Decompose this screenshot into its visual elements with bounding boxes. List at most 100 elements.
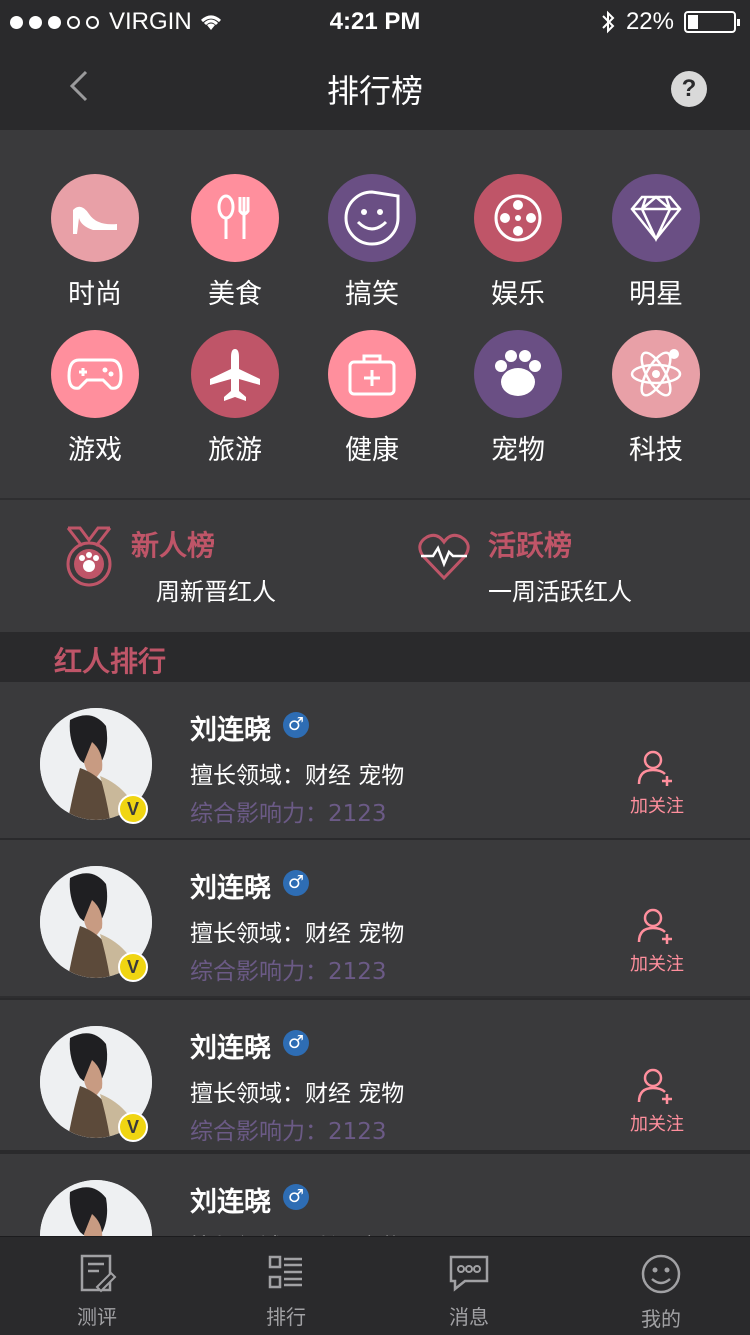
category-label: 娱乐 — [491, 279, 545, 310]
active-rank-title: 活跃榜 — [488, 529, 573, 562]
influencer-name: 刘连晓 — [190, 1033, 271, 1064]
category-circle — [191, 330, 279, 418]
category-tech[interactable]: 科技 — [586, 330, 726, 467]
profile-icon — [641, 1254, 681, 1294]
category-circle — [328, 174, 416, 262]
section-title: 红人排行 — [54, 645, 167, 678]
high-heel-icon — [73, 206, 117, 234]
status-right: 22% — [600, 8, 740, 36]
new-rank-card[interactable]: 新人榜 周新晋红人 — [0, 500, 375, 632]
expertise-field: 擅长领域：财经 宠物 — [190, 921, 405, 947]
tab-ranking[interactable]: 排行 — [236, 1253, 336, 1330]
verified-badge: V — [118, 1112, 148, 1142]
category-label: 健康 — [345, 435, 399, 466]
category-entertainment[interactable]: 娱乐 — [448, 174, 588, 311]
category-label: 宠物 — [491, 435, 545, 466]
tab-label: 我的 — [641, 1307, 681, 1331]
influencer-row[interactable]: V 刘连晓 ♂ 擅长领域：财经 宠物 综合影响力：2123 加关注 — [0, 840, 750, 996]
category-fashion[interactable]: 时尚 — [25, 174, 165, 311]
category-circle — [612, 174, 700, 262]
airplane-icon — [210, 349, 260, 401]
follow-button[interactable]: 加关注 — [622, 1066, 692, 1136]
section-header: 红人排行 — [0, 632, 750, 682]
male-icon: ♂ — [283, 712, 309, 738]
bluetooth-icon — [602, 10, 615, 34]
category-circle — [474, 330, 562, 418]
tab-label: 测评 — [77, 1305, 117, 1329]
category-circle — [51, 330, 139, 418]
tab-profile[interactable]: 我的 — [611, 1253, 711, 1332]
expertise-field: 擅长领域：财经 宠物 — [190, 763, 405, 789]
category-food[interactable]: 美食 — [165, 174, 305, 311]
influence-score: 综合影响力：2123 — [190, 801, 387, 827]
verified-badge: V — [118, 794, 148, 824]
expertise-field: 擅长领域：财经 宠物 — [190, 1081, 405, 1107]
review-icon — [80, 1254, 117, 1293]
male-icon: ♂ — [283, 1184, 309, 1210]
medal-icon — [66, 526, 112, 587]
category-label: 搞笑 — [345, 279, 399, 310]
tab-label: 消息 — [449, 1305, 489, 1329]
category-circle — [612, 330, 700, 418]
verified-badge: V — [118, 952, 148, 982]
add-user-icon — [637, 1068, 672, 1104]
message-icon — [449, 1255, 489, 1292]
active-rank-subtitle: 一周活跃红人 — [488, 578, 632, 606]
diamond-icon — [630, 195, 682, 242]
tab-messages[interactable]: 消息 — [419, 1253, 519, 1330]
influencer-name: 刘连晓 — [190, 1187, 271, 1218]
add-user-icon — [637, 750, 672, 786]
category-travel[interactable]: 旅游 — [165, 330, 305, 467]
battery-icon — [684, 11, 740, 33]
category-circle — [328, 330, 416, 418]
category-label: 科技 — [629, 435, 683, 466]
category-circle — [191, 174, 279, 262]
category-label: 美食 — [208, 279, 262, 310]
heart-pulse-icon — [418, 533, 470, 581]
category-label: 明星 — [629, 279, 683, 310]
category-comedy[interactable]: 搞笑 — [302, 174, 442, 311]
category-health[interactable]: 健康 — [302, 330, 442, 467]
ranking-icon — [268, 1255, 302, 1289]
expertise-field: 擅长领域：财经 宠物 — [190, 1228, 404, 1236]
help-button[interactable]: ? — [671, 71, 707, 107]
nav-bar: 排行榜 ? — [0, 44, 750, 130]
male-icon: ♂ — [283, 870, 309, 896]
influencer-row[interactable]: V 刘连晓 ♂ 擅长领域：财经 宠物 综合影响力：2123 加关注 — [0, 682, 750, 838]
status-bar: VIRGIN 4:21 PM 22% — [0, 0, 750, 44]
influence-score: 综合影响力：2123 — [190, 959, 387, 985]
category-label: 游戏 — [68, 435, 122, 466]
influencer-row[interactable]: 刘连晓 ♂ 擅长领域：财经 宠物 — [0, 1154, 750, 1236]
category-celebrity[interactable]: 明星 — [586, 174, 726, 311]
influencer-name: 刘连晓 — [190, 873, 271, 904]
add-user-icon — [637, 908, 672, 944]
tab-review[interactable]: 测评 — [47, 1253, 147, 1330]
influencer-name: 刘连晓 — [190, 715, 271, 746]
influence-score: 综合影响力：2123 — [190, 1119, 387, 1145]
film-reel-icon — [494, 194, 542, 242]
category-circle — [51, 174, 139, 262]
active-rank-card[interactable]: 活跃榜 一周活跃红人 — [375, 500, 750, 632]
follow-label: 加关注 — [630, 1114, 684, 1135]
new-rank-title: 新人榜 — [131, 529, 216, 562]
follow-button[interactable]: 加关注 — [622, 748, 692, 818]
battery-percent: 22% — [625, 8, 674, 35]
tab-bar: 测评 排行 消息 我的 — [0, 1236, 750, 1335]
spoon-fork-icon — [217, 194, 250, 239]
category-circle — [474, 174, 562, 262]
category-games[interactable]: 游戏 — [25, 330, 165, 467]
atom-icon — [630, 349, 682, 397]
follow-label: 加关注 — [630, 954, 684, 975]
male-icon: ♂ — [283, 1030, 309, 1056]
avatar[interactable] — [40, 1180, 152, 1236]
follow-label: 加关注 — [630, 796, 684, 817]
page-title: 排行榜 — [326, 72, 423, 110]
influencer-row[interactable]: V 刘连晓 ♂ 擅长领域：财经 宠物 综合影响力：2123 加关注 — [0, 1000, 750, 1156]
category-grid: 时尚 美食 搞笑 娱乐 明星 游戏 旅游 健康 宠物 科技 — [0, 130, 750, 498]
category-pets[interactable]: 宠物 — [448, 330, 588, 467]
gamepad-icon — [67, 358, 123, 390]
medkit-icon — [348, 354, 396, 396]
tab-label: 排行 — [266, 1305, 306, 1329]
new-rank-subtitle: 周新晋红人 — [156, 578, 276, 606]
follow-button[interactable]: 加关注 — [622, 906, 692, 976]
